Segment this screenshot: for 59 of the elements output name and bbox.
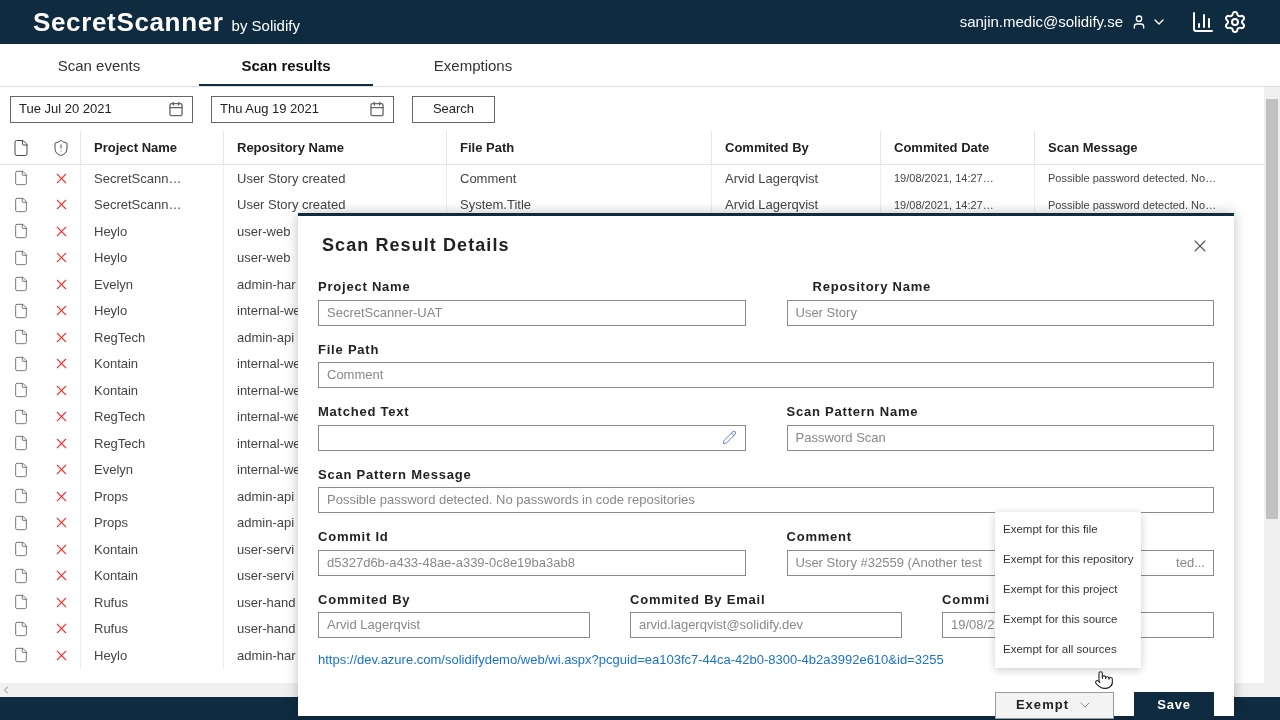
table-cell-text: User Story created: [237, 169, 346, 188]
table-cell-text: internal-we: [237, 408, 301, 426]
table-cell-text: user-hand: [237, 620, 296, 638]
table-cell-text: admin-har: [237, 646, 296, 665]
field-label: Comment: [786, 528, 852, 546]
table-cell-text: Kontain: [94, 381, 139, 400]
table-cell-text: Possible password detected. No…: [1048, 171, 1217, 186]
table-cell-text: admin-har: [237, 275, 296, 294]
field-label: Commi: [942, 590, 990, 609]
table-cell-text: Possible password detected. No…: [1048, 197, 1217, 213]
field-label: File Path: [318, 340, 380, 359]
brand-suffix: by Solidify: [231, 15, 300, 36]
table-cell-text: Heylo: [94, 646, 128, 665]
table-cell-text: Heylo: [94, 222, 128, 241]
table-cell-text: Arvid Lagerqvist: [725, 169, 819, 188]
table-cell-text: RegTech: [94, 408, 146, 426]
field-label: Repository Name: [812, 278, 932, 296]
table-cell-text: Rufus: [94, 593, 128, 612]
table-cell-text: internal-we: [237, 434, 301, 453]
table-cell-text: Kontain: [94, 355, 139, 373]
field-label: Commit Id: [318, 528, 389, 546]
table-cell-text: 19/08/2021, 14:27…: [894, 171, 994, 186]
table-cell-text: internal-we: [237, 461, 301, 479]
table-cell-text: user-hand: [237, 593, 296, 612]
table-cell-text: Heylo: [94, 302, 128, 320]
table-cell-text: Evelyn: [94, 275, 134, 294]
table-cell-text: internal-we: [237, 302, 301, 320]
table-cell-text: Comment: [460, 169, 517, 188]
table-cell-text: admin-api: [237, 487, 295, 506]
table-cell-text: Heylo: [94, 249, 128, 267]
table-cell-text: internal-we: [237, 381, 301, 400]
field-label: Commited By: [318, 590, 411, 609]
dialog-title: Scan Result Details: [322, 234, 510, 257]
table-cell-text: user-web: [237, 249, 291, 267]
table-cell-text: RegTech: [94, 328, 146, 347]
table-cell-text: System.Title: [460, 196, 532, 214]
table-cell-text: 19/08/2021, 14:27…: [894, 197, 994, 213]
table-cell-text: User Story created: [237, 196, 346, 214]
table-cell-text: SecretScann…: [94, 196, 182, 214]
field-label: Scan Pattern Name: [786, 403, 919, 421]
table-cell-text: Kontain: [94, 540, 139, 559]
table-cell-text: admin-api: [237, 328, 295, 347]
table-cell-text: Props: [94, 514, 128, 532]
table-cell-text: user-servi: [237, 567, 295, 585]
table-cell-text: user-web: [237, 222, 291, 241]
table-cell-text: Evelyn: [94, 461, 134, 479]
table-cell-text: Kontain: [94, 567, 139, 585]
field-label: Matched Text: [318, 403, 410, 421]
table-cell-text: Rufus: [94, 620, 128, 638]
field-label: Commited By Email: [630, 590, 766, 609]
table-cell-text: Arvid Lagerqvist: [725, 196, 819, 214]
table-cell-text: admin-api: [237, 514, 295, 532]
field-label: Scan Pattern Message: [318, 465, 472, 484]
table-cell-text: internal-we: [237, 355, 301, 373]
table-cell-text: RegTech: [94, 434, 146, 453]
table-cell-text: Props: [94, 487, 128, 506]
table-cell-text: SecretScann…: [94, 169, 182, 188]
table-cell-text: user-servi: [237, 540, 295, 559]
field-label: Project Name: [318, 278, 411, 296]
